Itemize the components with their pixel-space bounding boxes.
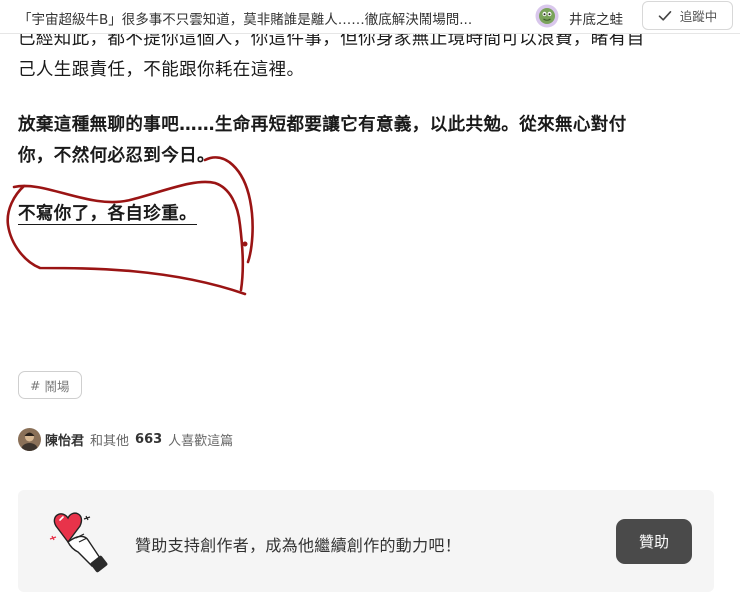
author-name[interactable]: 井底之蛙: [569, 8, 623, 28]
heart-hand-icon: [49, 512, 108, 573]
hash-icon: #: [30, 377, 41, 393]
article-line: 你，不然何必忍到今日。: [18, 146, 215, 166]
following-label: 追蹤中: [679, 9, 718, 24]
sponsor-button[interactable]: 贊助: [616, 519, 692, 564]
following-button[interactable]: 追蹤中: [642, 1, 733, 30]
support-creator-box: 贊助支持創作者，成為他繼續創作的動力吧！ 贊助: [18, 490, 714, 592]
article-title[interactable]: 「宇宙超級牛B」很多事不只雲知道，莫非賭誰是離人……徹底解決鬧場問...: [18, 8, 526, 28]
checkmark-icon: [658, 10, 672, 21]
article-line: 己人生跟責任，不能跟你耗在這裡。: [18, 60, 305, 80]
likes-suffix: 人喜歡這篇: [168, 434, 234, 449]
article-closing-line: 不寫你了，各自珍重。: [18, 204, 197, 224]
article-line: 放棄這種無聊的事吧……生命再短都要讓它有意義，以此共勉。從來無心對付: [18, 115, 627, 135]
likes-prefix: 和其他: [90, 434, 130, 449]
likes-count[interactable]: 663: [135, 432, 162, 447]
likes-summary: 陳怡君 和其他 663 人喜歡這篇: [18, 428, 233, 451]
article-paragraph-bold: 放棄這種無聊的事吧……生命再短都要讓它有意義，以此共勉。從來無心對付 你，不然何…: [18, 110, 627, 172]
author-avatar[interactable]: [535, 4, 559, 28]
liker-name[interactable]: 陳怡君: [45, 430, 84, 449]
tag-label: 鬧場: [44, 378, 70, 394]
article-top-bar: 「宇宙超級牛B」很多事不只雲知道，莫非賭誰是離人……徹底解決鬧場問... 井底之…: [0, 0, 740, 34]
support-message: 贊助支持創作者，成為他繼續創作的動力吧！: [135, 536, 462, 555]
tag-chip[interactable]: # 鬧場: [18, 371, 82, 399]
liker-avatar[interactable]: [18, 428, 41, 451]
